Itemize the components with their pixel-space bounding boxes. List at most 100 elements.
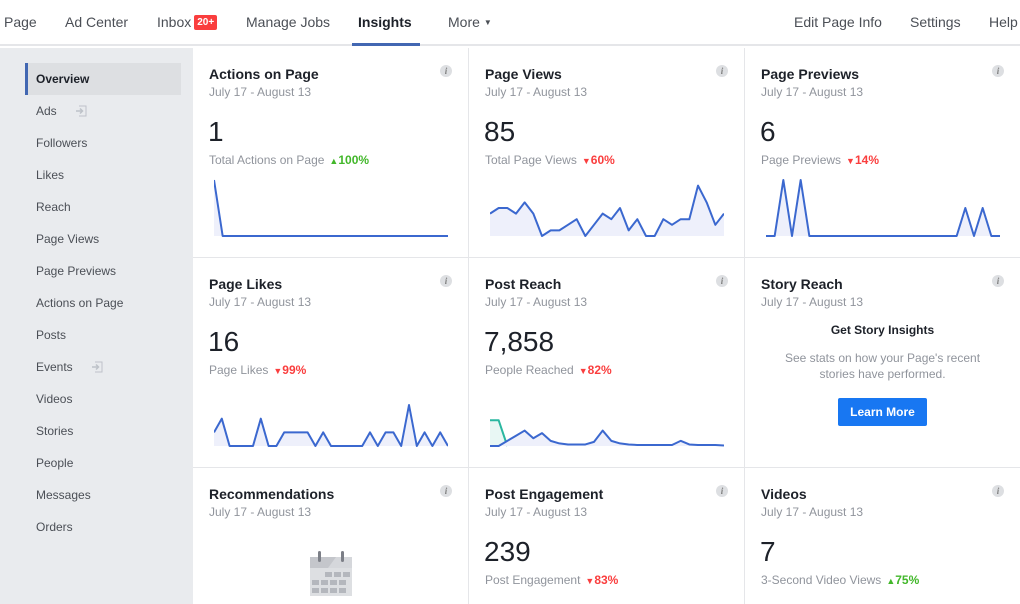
sidebar-item-label: Page Views <box>36 232 100 246</box>
metric-label: Page Previews <box>761 153 842 167</box>
card-subtitle: Page Likes ▼99% <box>209 363 306 377</box>
info-icon[interactable]: i <box>440 275 452 287</box>
card-title: Story Reach <box>761 276 843 292</box>
nav-ad-center[interactable]: Ad Center <box>65 14 128 30</box>
sidebar-item-page-views[interactable]: Page Views <box>25 223 181 255</box>
nav-more[interactable]: More ▼ <box>448 14 492 30</box>
info-icon[interactable]: i <box>440 65 452 77</box>
card-date: July 17 - August 13 <box>209 85 312 99</box>
delta-value: 82% <box>587 363 612 377</box>
card-recommendations[interactable]: Recommendations July 17 - August 13 i <box>193 468 469 604</box>
sidebar-item-label: Likes <box>36 168 65 182</box>
info-icon[interactable]: i <box>992 65 1004 77</box>
sparkline-area-views <box>490 185 724 236</box>
sidebar-item-label: Followers <box>36 136 88 150</box>
delta-value: 99% <box>282 363 307 377</box>
card-date: July 17 - August 13 <box>761 85 864 99</box>
card-title: Page Likes <box>209 276 283 292</box>
nav-help[interactable]: Help <box>989 14 1018 30</box>
active-tab-indicator <box>352 43 420 46</box>
sidebar-item-messages[interactable]: Messages <box>25 479 181 511</box>
nav-insights[interactable]: Insights <box>358 14 412 30</box>
card-page-previews[interactable]: Page Previews July 17 - August 13 i 6 Pa… <box>745 48 1020 258</box>
sidebar-item-label: Events <box>36 360 73 374</box>
sidebar-item-reach[interactable]: Reach <box>25 191 181 223</box>
sparkline-previews <box>766 179 1000 237</box>
sidebar-item-events[interactable]: Events <box>25 351 181 383</box>
sidebar-item-ads[interactable]: Ads <box>25 95 181 127</box>
info-icon[interactable]: i <box>440 485 452 497</box>
triangle-up-icon: ▲ <box>329 156 339 166</box>
metric-label: 3-Second Video Views <box>761 573 882 587</box>
sidebar-item-videos[interactable]: Videos <box>25 383 181 415</box>
delta-badge: ▲100% <box>327 153 369 167</box>
card-post-engagement[interactable]: Post Engagement July 17 - August 13 i 23… <box>469 468 745 604</box>
card-date: July 17 - August 13 <box>761 295 864 309</box>
delta-value: 100% <box>338 153 370 167</box>
sidebar-item-stories[interactable]: Stories <box>25 415 181 447</box>
nav-inbox-label: Inbox <box>157 14 192 30</box>
sidebar-item-label: Page Previews <box>36 264 117 278</box>
sidebar-item-actions-on-page[interactable]: Actions on Page <box>25 287 181 319</box>
inbox-badge: 20+ <box>194 15 218 30</box>
card-date: July 17 - August 13 <box>485 295 588 309</box>
delta-value: 60% <box>590 153 615 167</box>
card-title: Post Reach <box>485 276 562 292</box>
sidebar-item-label: Overview <box>36 72 90 86</box>
calendar-icon <box>310 551 352 596</box>
delta-value: 75% <box>895 573 920 587</box>
sidebar-item-posts[interactable]: Posts <box>25 319 181 351</box>
nav-settings[interactable]: Settings <box>910 14 961 30</box>
caret-down-icon: ▼ <box>483 18 492 27</box>
nav-inbox[interactable]: Inbox 20+ <box>157 14 218 30</box>
sidebar-item-followers[interactable]: Followers <box>25 127 181 159</box>
card-date: July 17 - August 13 <box>485 85 588 99</box>
sidebar-item-people[interactable]: People <box>25 447 181 479</box>
external-arrow-icon <box>75 105 87 117</box>
card-value: 16 <box>208 326 240 357</box>
card-value: 239 <box>484 536 531 567</box>
sidebar-item-label: Orders <box>36 520 73 534</box>
card-title: Videos <box>761 486 807 502</box>
sidebar-item-label: Stories <box>36 424 74 438</box>
card-actions-on-page[interactable]: Actions on Page July 17 - August 13 i 1 … <box>193 48 469 258</box>
sidebar-item-overview[interactable]: Overview <box>25 63 181 95</box>
triangle-down-icon: ▼ <box>846 156 855 166</box>
card-post-reach[interactable]: Post Reach July 17 - August 13 i 7,858 P… <box>469 258 745 468</box>
delta-value: 14% <box>854 153 879 167</box>
info-icon[interactable]: i <box>992 485 1004 497</box>
story-insights-heading: Get Story Insights <box>830 323 935 337</box>
card-page-likes[interactable]: Page Likes July 17 - August 13 i 16 Page… <box>193 258 469 468</box>
triangle-down-icon: ▼ <box>585 576 595 586</box>
card-value: 1 <box>208 116 224 147</box>
sidebar-item-label: Reach <box>36 200 71 214</box>
sidebar-item-label: Videos <box>36 392 73 406</box>
delta-badge: ▲75% <box>884 573 919 587</box>
triangle-down-icon: ▼ <box>581 156 591 166</box>
info-icon[interactable]: i <box>992 275 1004 287</box>
sidebar-item-page-previews[interactable]: Page Previews <box>25 255 181 287</box>
learn-more-button[interactable]: Learn More <box>838 398 927 426</box>
nav-manage-jobs[interactable]: Manage Jobs <box>246 14 330 30</box>
card-title: Post Engagement <box>485 486 604 502</box>
card-videos[interactable]: Videos July 17 - August 13 i 7 3-Second … <box>745 468 1020 604</box>
delta-badge: ▼14% <box>844 153 879 167</box>
info-icon[interactable]: i <box>716 65 728 77</box>
card-subtitle: People Reached ▼82% <box>485 363 612 377</box>
metric-label: Total Actions on Page <box>209 153 325 167</box>
card-page-views[interactable]: Page Views July 17 - August 13 i 85 Tota… <box>469 48 745 258</box>
card-subtitle: Post Engagement ▼83% <box>485 573 618 587</box>
sidebar-item-orders[interactable]: Orders <box>25 511 181 543</box>
metric-label: Post Engagement <box>485 573 581 587</box>
story-insights-text: See stats on how your Page's recent stor… <box>784 351 981 381</box>
nav-edit-page-info[interactable]: Edit Page Info <box>794 14 882 30</box>
nav-page[interactable]: Page <box>4 14 37 30</box>
card-value: 7,858 <box>484 326 555 357</box>
sidebar-item-likes[interactable]: Likes <box>25 159 181 191</box>
info-icon[interactable]: i <box>716 485 728 497</box>
triangle-down-icon: ▼ <box>578 366 588 376</box>
triangle-down-icon: ▼ <box>273 366 283 376</box>
card-date: July 17 - August 13 <box>761 505 864 519</box>
info-icon[interactable]: i <box>716 275 728 287</box>
card-story-reach[interactable]: Story Reach July 17 - August 13 i Get St… <box>745 258 1020 468</box>
